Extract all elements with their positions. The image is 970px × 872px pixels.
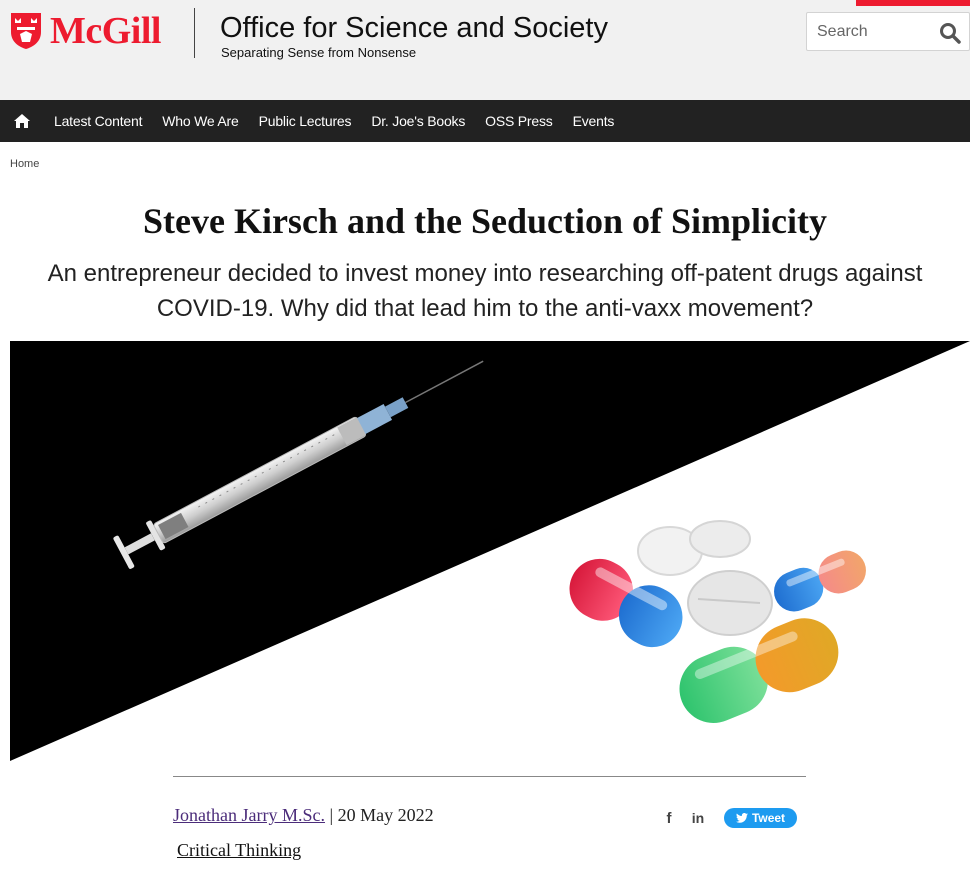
site-tagline: Separating Sense from Nonsense — [221, 45, 417, 60]
main-nav: Latest Content Who We Are Public Lecture… — [0, 100, 970, 142]
header-divider — [194, 8, 195, 58]
linkedin-icon[interactable]: in — [686, 808, 710, 828]
author-link[interactable]: Jonathan Jarry M.Sc. — [173, 805, 325, 825]
mcgill-crest-icon — [11, 13, 41, 49]
top-accent-bar — [856, 0, 970, 6]
nav-item-events[interactable]: Events — [573, 113, 615, 129]
nav-item-latest-content[interactable]: Latest Content — [54, 113, 142, 129]
nav-item-oss-press[interactable]: OSS Press — [485, 113, 553, 129]
hero-image — [10, 341, 970, 761]
article-title: Steve Kirsch and the Seduction of Simpli… — [142, 201, 828, 241]
category-tag-link[interactable]: Critical Thinking — [177, 840, 301, 861]
article-subtitle: An entrepreneur decided to invest money … — [47, 260, 923, 322]
facebook-icon[interactable]: f — [660, 808, 678, 828]
nav-item-dr-joes-books[interactable]: Dr. Joe's Books — [371, 113, 465, 129]
breadcrumb: Home — [10, 158, 39, 170]
search-box — [806, 12, 970, 51]
twitter-bird-icon — [735, 813, 748, 823]
breadcrumb-home-link[interactable]: Home — [10, 158, 39, 170]
home-icon — [14, 114, 30, 128]
nav-home-button[interactable] — [0, 100, 44, 142]
share-buttons: f in Tweet — [660, 808, 797, 828]
mcgill-logo[interactable]: McGill — [10, 10, 161, 52]
byline-separator: | — [324, 805, 338, 825]
mcgill-wordmark: McGill — [50, 10, 161, 52]
site-header: McGill Office for Science and Society Se… — [0, 0, 970, 100]
byline-divider — [173, 776, 806, 777]
nav-item-public-lectures[interactable]: Public Lectures — [259, 113, 352, 129]
tweet-label: Tweet — [751, 811, 786, 825]
byline: Jonathan Jarry M.Sc. | 20 May 2022 — [173, 805, 434, 826]
nav-item-who-we-are[interactable]: Who We Are — [162, 113, 239, 129]
search-icon[interactable] — [939, 22, 961, 44]
tweet-button[interactable]: Tweet — [724, 808, 797, 828]
search-input[interactable] — [807, 13, 935, 50]
site-title[interactable]: Office for Science and Society — [220, 12, 608, 45]
publish-date: 20 May 2022 — [337, 805, 434, 825]
